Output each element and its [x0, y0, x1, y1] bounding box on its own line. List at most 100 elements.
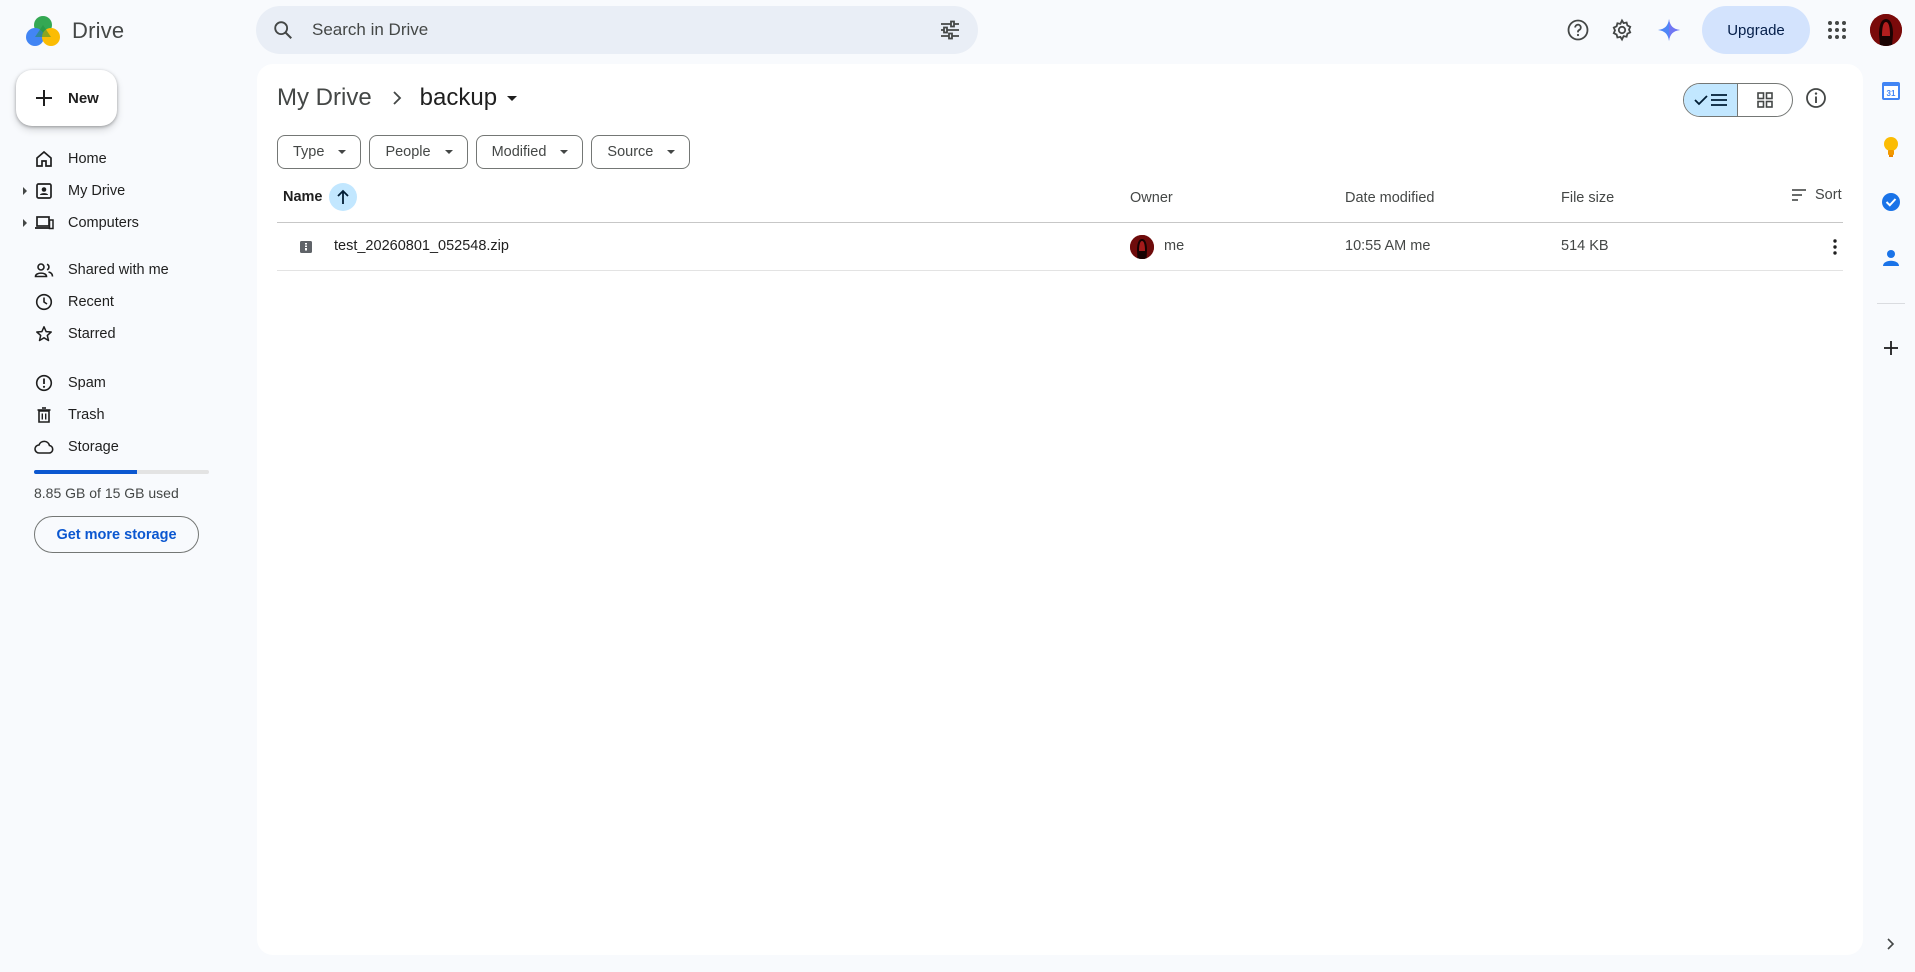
current-folder-name: backup	[419, 84, 498, 111]
view-toggle	[1683, 83, 1793, 117]
file-date-modified: 10:55 AM me	[1345, 238, 1431, 254]
column-name[interactable]: Name	[283, 183, 357, 211]
check-icon	[1694, 95, 1708, 106]
sidebar-item-home[interactable]: Home	[0, 143, 240, 175]
plus-icon	[36, 90, 52, 106]
filter-label: Source	[607, 144, 654, 160]
sidebar-item-trash[interactable]: Trash	[0, 399, 240, 431]
search-icon[interactable]	[272, 19, 294, 41]
filter-chips: Type People Modified Source	[277, 135, 691, 169]
search-input[interactable]	[312, 20, 912, 40]
column-name-label: Name	[283, 189, 323, 205]
sidebar-nav-shared: Shared with me Recent Starred	[0, 254, 240, 350]
filter-people[interactable]: People	[369, 135, 468, 169]
sidebar-item-label: Trash	[68, 407, 105, 423]
sidebar-item-computers[interactable]: Computers	[0, 207, 240, 239]
new-button[interactable]: New	[16, 70, 117, 126]
sidebar-nav-other: Spam Trash Storage	[0, 367, 240, 463]
expand-arrow-icon[interactable]	[23, 187, 27, 195]
sidebar-item-label: Storage	[68, 439, 119, 455]
drive-logo-icon	[26, 16, 60, 46]
sort-ascending-icon[interactable]	[328, 183, 357, 211]
sidebar-item-label: Recent	[68, 294, 114, 310]
star-icon	[34, 324, 54, 344]
sidebar-item-label: Home	[68, 151, 107, 167]
sidebar-item-recent[interactable]: Recent	[0, 286, 240, 318]
sidebar-item-storage[interactable]: Storage	[0, 431, 240, 463]
tasks-icon[interactable]	[1879, 190, 1903, 214]
column-owner: Owner	[1130, 190, 1173, 206]
table-row[interactable]: test_20260801_052548.zip me 10:55 AM me …	[277, 223, 1843, 271]
more-actions-icon[interactable]	[1825, 237, 1845, 257]
dropdown-caret-icon	[560, 150, 569, 154]
storage-bar	[34, 470, 209, 474]
expand-side-panel-icon[interactable]	[1879, 932, 1903, 956]
owner-avatar	[1130, 235, 1154, 259]
clock-icon	[34, 292, 54, 312]
file-table-header: Name Owner Date modified File size Sort	[277, 174, 1843, 223]
filter-label: Modified	[491, 144, 547, 160]
storage-bar-fill	[34, 470, 138, 474]
file-size: 514 KB	[1561, 238, 1609, 254]
storage-usage-text: 8.85 GB of 15 GB used	[34, 485, 179, 501]
get-more-storage-button[interactable]: Get more storage	[34, 516, 199, 553]
sidebar-item-label: My Drive	[68, 183, 126, 199]
gemini-icon[interactable]	[1651, 12, 1687, 48]
sidebar-item-label: Shared with me	[68, 262, 169, 278]
apps-icon[interactable]	[1819, 12, 1855, 48]
sidebar-item-spam[interactable]: Spam	[0, 367, 240, 399]
settings-icon[interactable]	[1604, 12, 1640, 48]
list-view-button[interactable]	[1684, 84, 1739, 116]
sidebar-item-my-drive[interactable]: My Drive	[0, 175, 240, 207]
breadcrumb-current-folder[interactable]: backup	[419, 84, 518, 112]
grid-view-button[interactable]	[1738, 84, 1792, 116]
filter-label: People	[385, 144, 431, 160]
sidebar-item-label: Starred	[68, 326, 116, 342]
zip-file-icon	[299, 240, 313, 254]
sidebar-item-starred[interactable]: Starred	[0, 318, 240, 350]
column-date-modified[interactable]: Date modified	[1345, 190, 1434, 206]
keep-icon[interactable]	[1879, 135, 1903, 159]
file-name[interactable]: test_20260801_052548.zip	[334, 238, 509, 254]
filter-modified[interactable]: Modified	[475, 135, 584, 169]
new-button-label: New	[68, 89, 99, 107]
shared-icon	[34, 260, 54, 280]
info-icon[interactable]	[1804, 86, 1828, 110]
computers-icon	[34, 213, 54, 233]
chevron-right-icon	[392, 91, 402, 105]
dropdown-caret-icon	[667, 150, 676, 154]
account-avatar[interactable]	[1870, 14, 1902, 46]
filter-source[interactable]: Source	[591, 135, 691, 169]
app-name: Drive	[72, 18, 125, 43]
rail-divider	[1877, 303, 1905, 304]
help-icon[interactable]	[1560, 12, 1596, 48]
upgrade-button[interactable]: Upgrade	[1702, 6, 1810, 54]
grid-view-icon	[1757, 92, 1773, 108]
dropdown-caret-icon	[444, 150, 453, 154]
breadcrumb: My Drive backup	[277, 84, 518, 112]
breadcrumb-root[interactable]: My Drive	[277, 84, 372, 112]
filter-type[interactable]: Type	[277, 135, 362, 169]
list-view-icon	[1711, 94, 1727, 106]
my-drive-icon	[34, 181, 54, 201]
add-addon-icon[interactable]	[1879, 336, 1903, 360]
expand-arrow-icon[interactable]	[23, 219, 27, 227]
filter-label: Type	[293, 144, 325, 160]
sort-button[interactable]: Sort	[1791, 187, 1842, 203]
drive-logo[interactable]: Drive	[24, 14, 124, 48]
search-bar[interactable]	[256, 6, 978, 54]
trash-icon	[34, 405, 54, 425]
sidebar-item-label: Spam	[68, 375, 106, 391]
calendar-icon[interactable]: 31	[1879, 79, 1903, 103]
sidebar-item-label: Computers	[68, 215, 139, 231]
sort-icon	[1792, 189, 1806, 201]
sidebar-nav: Home My Drive Computers	[0, 143, 240, 239]
column-file-size[interactable]: File size	[1561, 190, 1614, 206]
contacts-icon[interactable]	[1879, 246, 1903, 270]
dropdown-caret-icon	[507, 95, 518, 101]
search-options-icon[interactable]	[938, 18, 962, 42]
sidebar-item-shared-with-me[interactable]: Shared with me	[0, 254, 240, 286]
spam-icon	[34, 373, 54, 393]
cloud-icon	[34, 437, 54, 457]
svg-text:31: 31	[1887, 89, 1896, 98]
